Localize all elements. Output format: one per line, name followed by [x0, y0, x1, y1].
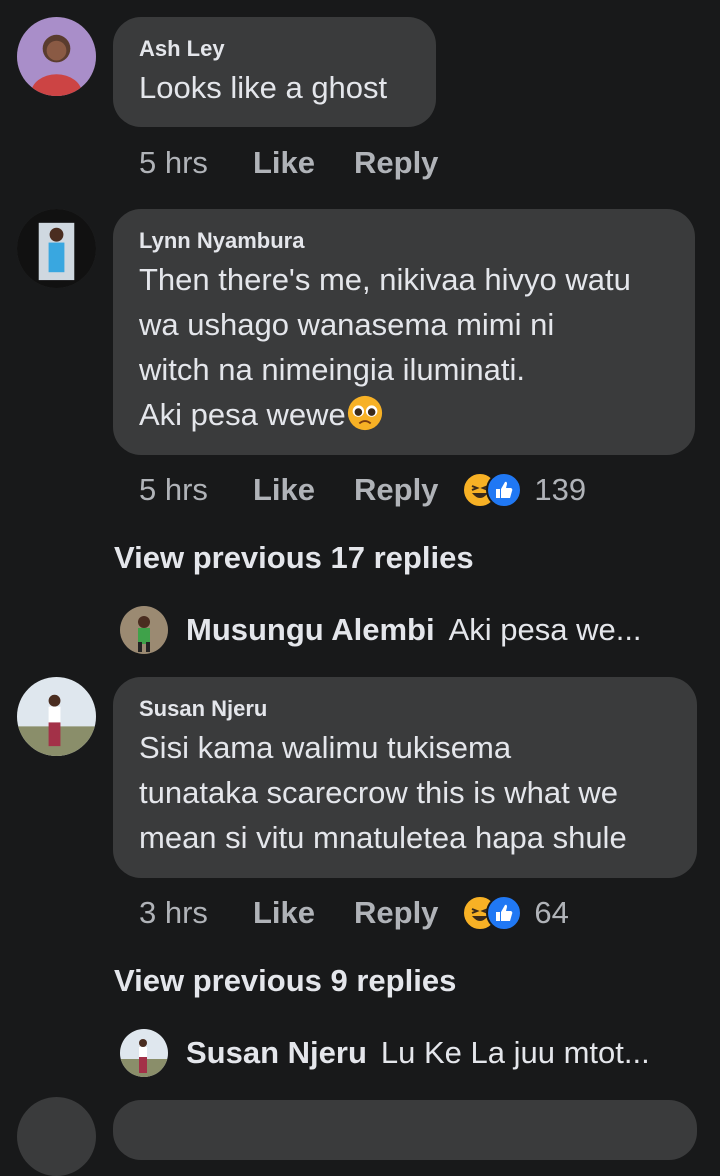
comment-text: Then there's me, nikivaa hivyo watu wa u…: [139, 257, 669, 437]
reply-author[interactable]: Susan Njeru: [186, 1035, 367, 1071]
comment-bubble: Ash Ley Looks like a ghost: [113, 17, 436, 127]
avatar-ash-ley[interactable]: [17, 17, 96, 96]
reply-button[interactable]: Reply: [354, 895, 438, 931]
comment-text: Sisi kama walimu tukisema tunataka scare…: [139, 725, 671, 860]
comment-line: mean si vitu mnatuletea hapa shule: [139, 820, 627, 855]
reply-button[interactable]: Reply: [354, 472, 438, 508]
like-button[interactable]: Like: [253, 145, 354, 181]
avatar-susan-njeru-small[interactable]: [120, 1029, 168, 1077]
avatar-musungu-alembi[interactable]: [120, 606, 168, 654]
comment-author[interactable]: Susan Njeru: [139, 695, 671, 723]
reaction-count: 139: [534, 472, 587, 507]
comment-bubble: Susan Njeru Sisi kama walimu tukisema tu…: [113, 677, 697, 878]
comment-actions: 5 hrs Like Reply 139: [139, 470, 586, 510]
view-previous-replies-link[interactable]: View previous 17 replies: [114, 540, 474, 576]
like-reaction-icon: [486, 895, 523, 931]
comment-line-with-emoji: Aki pesa wewe: [139, 392, 669, 437]
like-reaction-icon: [486, 472, 523, 508]
timestamp[interactable]: 3 hrs: [139, 895, 253, 931]
reactions-summary[interactable]: 139: [462, 472, 586, 508]
view-previous-replies-link[interactable]: View previous 9 replies: [114, 963, 456, 999]
comment-line: Aki pesa wewe: [139, 397, 346, 432]
reply-snippet: Aki pesa we...: [448, 612, 642, 647]
reply-button[interactable]: Reply: [354, 145, 438, 181]
like-button[interactable]: Like: [253, 895, 354, 931]
reaction-count: 64: [534, 895, 569, 930]
pleading-face-emoji-icon: [346, 394, 384, 432]
comment-author[interactable]: Lynn Nyambura: [139, 227, 669, 255]
reply-preview[interactable]: Susan Njeru Lu Ke La juu mtot...: [120, 1029, 650, 1077]
reply-snippet: Lu Ke La juu mtot...: [380, 1035, 650, 1070]
comment-bubble-next: [113, 1100, 697, 1160]
reactions-summary[interactable]: 64: [462, 895, 569, 931]
comment-actions: 5 hrs Like Reply: [139, 143, 438, 183]
comment-text: Looks like a ghost: [139, 70, 388, 105]
comment-line: tunataka scarecrow this is what we: [139, 775, 618, 810]
comment-actions: 3 hrs Like Reply 64: [139, 893, 569, 933]
avatar-next-comment[interactable]: [17, 1097, 96, 1176]
reply-author[interactable]: Musungu Alembi: [186, 612, 435, 648]
comment-line: Sisi kama walimu tukisema: [139, 730, 512, 765]
avatar-susan-njeru[interactable]: [17, 677, 96, 756]
comment-line: wa ushago wanasema mimi ni: [139, 307, 555, 342]
comment-line: witch na nimeingia iluminati.: [139, 352, 525, 387]
comment-bubble: Lynn Nyambura Then there's me, nikivaa h…: [113, 209, 695, 455]
like-button[interactable]: Like: [253, 472, 354, 508]
timestamp[interactable]: 5 hrs: [139, 145, 253, 181]
avatar-lynn-nyambura[interactable]: [17, 209, 96, 288]
comment-author[interactable]: Ash Ley: [139, 35, 410, 63]
comment-line: Then there's me, nikivaa hivyo watu: [139, 262, 631, 297]
reply-preview[interactable]: Musungu Alembi Aki pesa we...: [120, 606, 642, 654]
timestamp[interactable]: 5 hrs: [139, 472, 253, 508]
